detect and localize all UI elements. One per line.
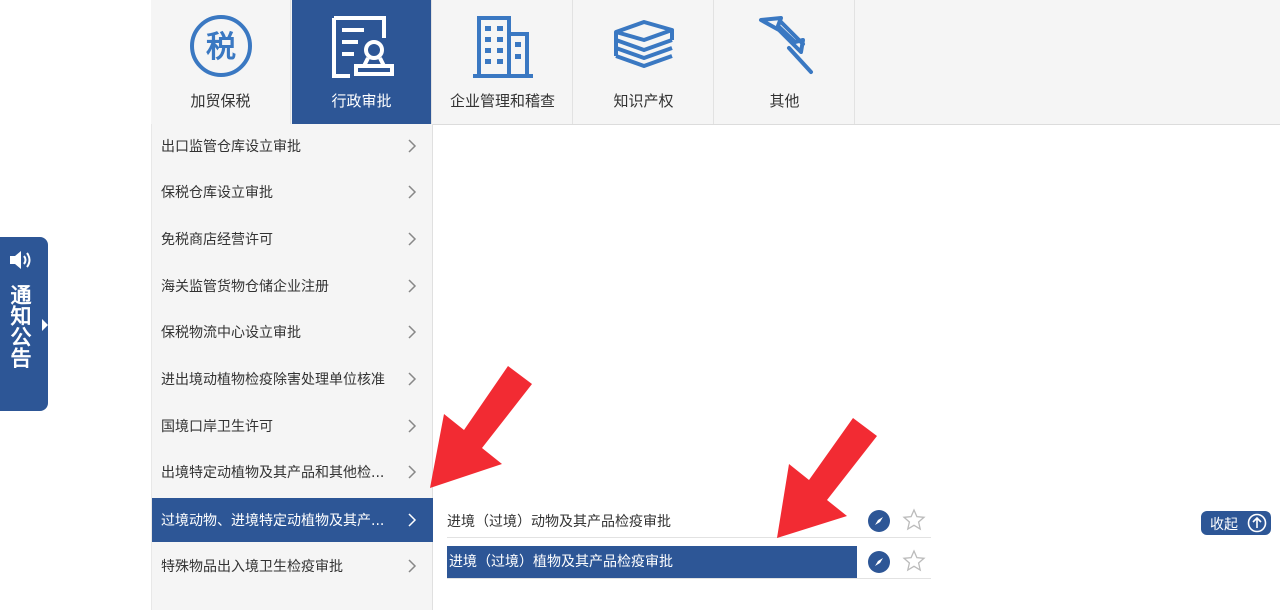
sub-item-label[interactable]: 进境（过境）植物及其产品检疫审批 — [447, 546, 857, 578]
chevron-right-icon — [408, 279, 417, 293]
chevron-right-icon — [408, 513, 417, 527]
chevron-right-icon — [408, 232, 417, 246]
compass-icon[interactable] — [867, 550, 891, 574]
chevron-right-icon — [408, 465, 417, 479]
menu-item-label: 保税仓库设立审批 — [161, 185, 273, 201]
tax-seal-text: 税 — [206, 30, 236, 65]
chevron-right-icon — [408, 559, 417, 573]
notice-label: 通知公告 — [8, 284, 32, 368]
tab-enterprise-management[interactable]: 企业管理和稽查 — [433, 0, 573, 124]
menu-item-label: 出境特定动植物及其产品和其他检... — [161, 465, 385, 481]
menu-item-label: 国境口岸卫生许可 — [161, 419, 273, 435]
menu-item[interactable]: 免税商店经营许可 — [152, 217, 433, 261]
menu-item[interactable]: 出境特定动植物及其产品和其他检... — [152, 450, 433, 494]
tab-label: 其他 — [769, 92, 800, 110]
menu-item[interactable]: 海关监管货物仓储企业注册 — [152, 264, 433, 308]
approval-item-list: 出口监管仓库设立审批 保税仓库设立审批 免税商店经营许可 海关监管货物仓储企业注… — [151, 124, 433, 610]
menu-item-selected[interactable]: 过境动物、进境特定动植物及其产... — [152, 498, 433, 542]
tab-bonded-processing[interactable]: 税 加贸保税 — [151, 0, 291, 124]
building-icon — [473, 16, 533, 78]
star-icon[interactable] — [902, 549, 926, 573]
menu-item-label: 免税商店经营许可 — [161, 232, 273, 248]
tab-label: 企业管理和稽查 — [449, 92, 555, 110]
books-icon — [614, 20, 674, 68]
menu-item-label: 海关监管货物仓储企业注册 — [161, 279, 329, 295]
tab-label: 加贸保税 — [190, 92, 251, 110]
menu-item-label: 出口监管仓库设立审批 — [161, 139, 301, 155]
red-annotation-arrow — [777, 418, 877, 538]
chevron-right-icon — [408, 139, 417, 153]
menu-item[interactable]: 保税物流中心设立审批 — [152, 310, 433, 354]
category-tab-bar: 税 加贸保税 行政审批 企业管理和稽查 知识产权 其他 — [151, 0, 1280, 125]
divider — [447, 578, 931, 579]
menu-item-label: 保税物流中心设立审批 — [161, 325, 301, 341]
tab-administrative-approval[interactable]: 行政审批 — [292, 0, 432, 124]
chevron-right-icon — [408, 419, 417, 433]
approval-document-icon — [332, 16, 394, 78]
menu-item[interactable]: 进出境动植物检疫除害处理单位核准 — [152, 357, 433, 401]
sub-item-selected[interactable]: 进境（过境）植物及其产品检疫审批 — [447, 546, 931, 578]
tab-label: 知识产权 — [613, 92, 674, 110]
menu-item[interactable]: 特殊物品出入境卫生检疫审批 — [152, 544, 433, 588]
tab-others[interactable]: 其他 — [715, 0, 855, 124]
menu-item-label: 特殊物品出入境卫生检疫审批 — [161, 559, 343, 575]
pushpin-icon — [759, 16, 813, 74]
menu-item-label: 过境动物、进境特定动植物及其产... — [161, 513, 385, 529]
chevron-right-icon — [408, 372, 417, 386]
collapse-label: 收起 — [1210, 517, 1238, 533]
notice-expand-arrow-icon[interactable] — [41, 318, 49, 332]
chevron-right-icon — [408, 325, 417, 339]
menu-item[interactable]: 国境口岸卫生许可 — [152, 404, 433, 448]
menu-item-label: 进出境动植物检疫除害处理单位核准 — [161, 372, 385, 388]
tax-seal-icon: 税 — [190, 15, 252, 77]
collapse-button[interactable]: 收起 — [1201, 511, 1271, 535]
tab-label: 行政审批 — [331, 92, 392, 110]
speaker-icon — [10, 251, 31, 269]
menu-item[interactable]: 出口监管仓库设立审批 — [152, 124, 433, 168]
chevron-right-icon — [408, 185, 417, 199]
red-annotation-arrow — [430, 366, 532, 488]
menu-item[interactable]: 保税仓库设立审批 — [152, 170, 433, 214]
arrow-up-circle-icon — [1247, 513, 1267, 533]
star-icon[interactable] — [902, 508, 926, 532]
tab-intellectual-property[interactable]: 知识产权 — [574, 0, 714, 124]
